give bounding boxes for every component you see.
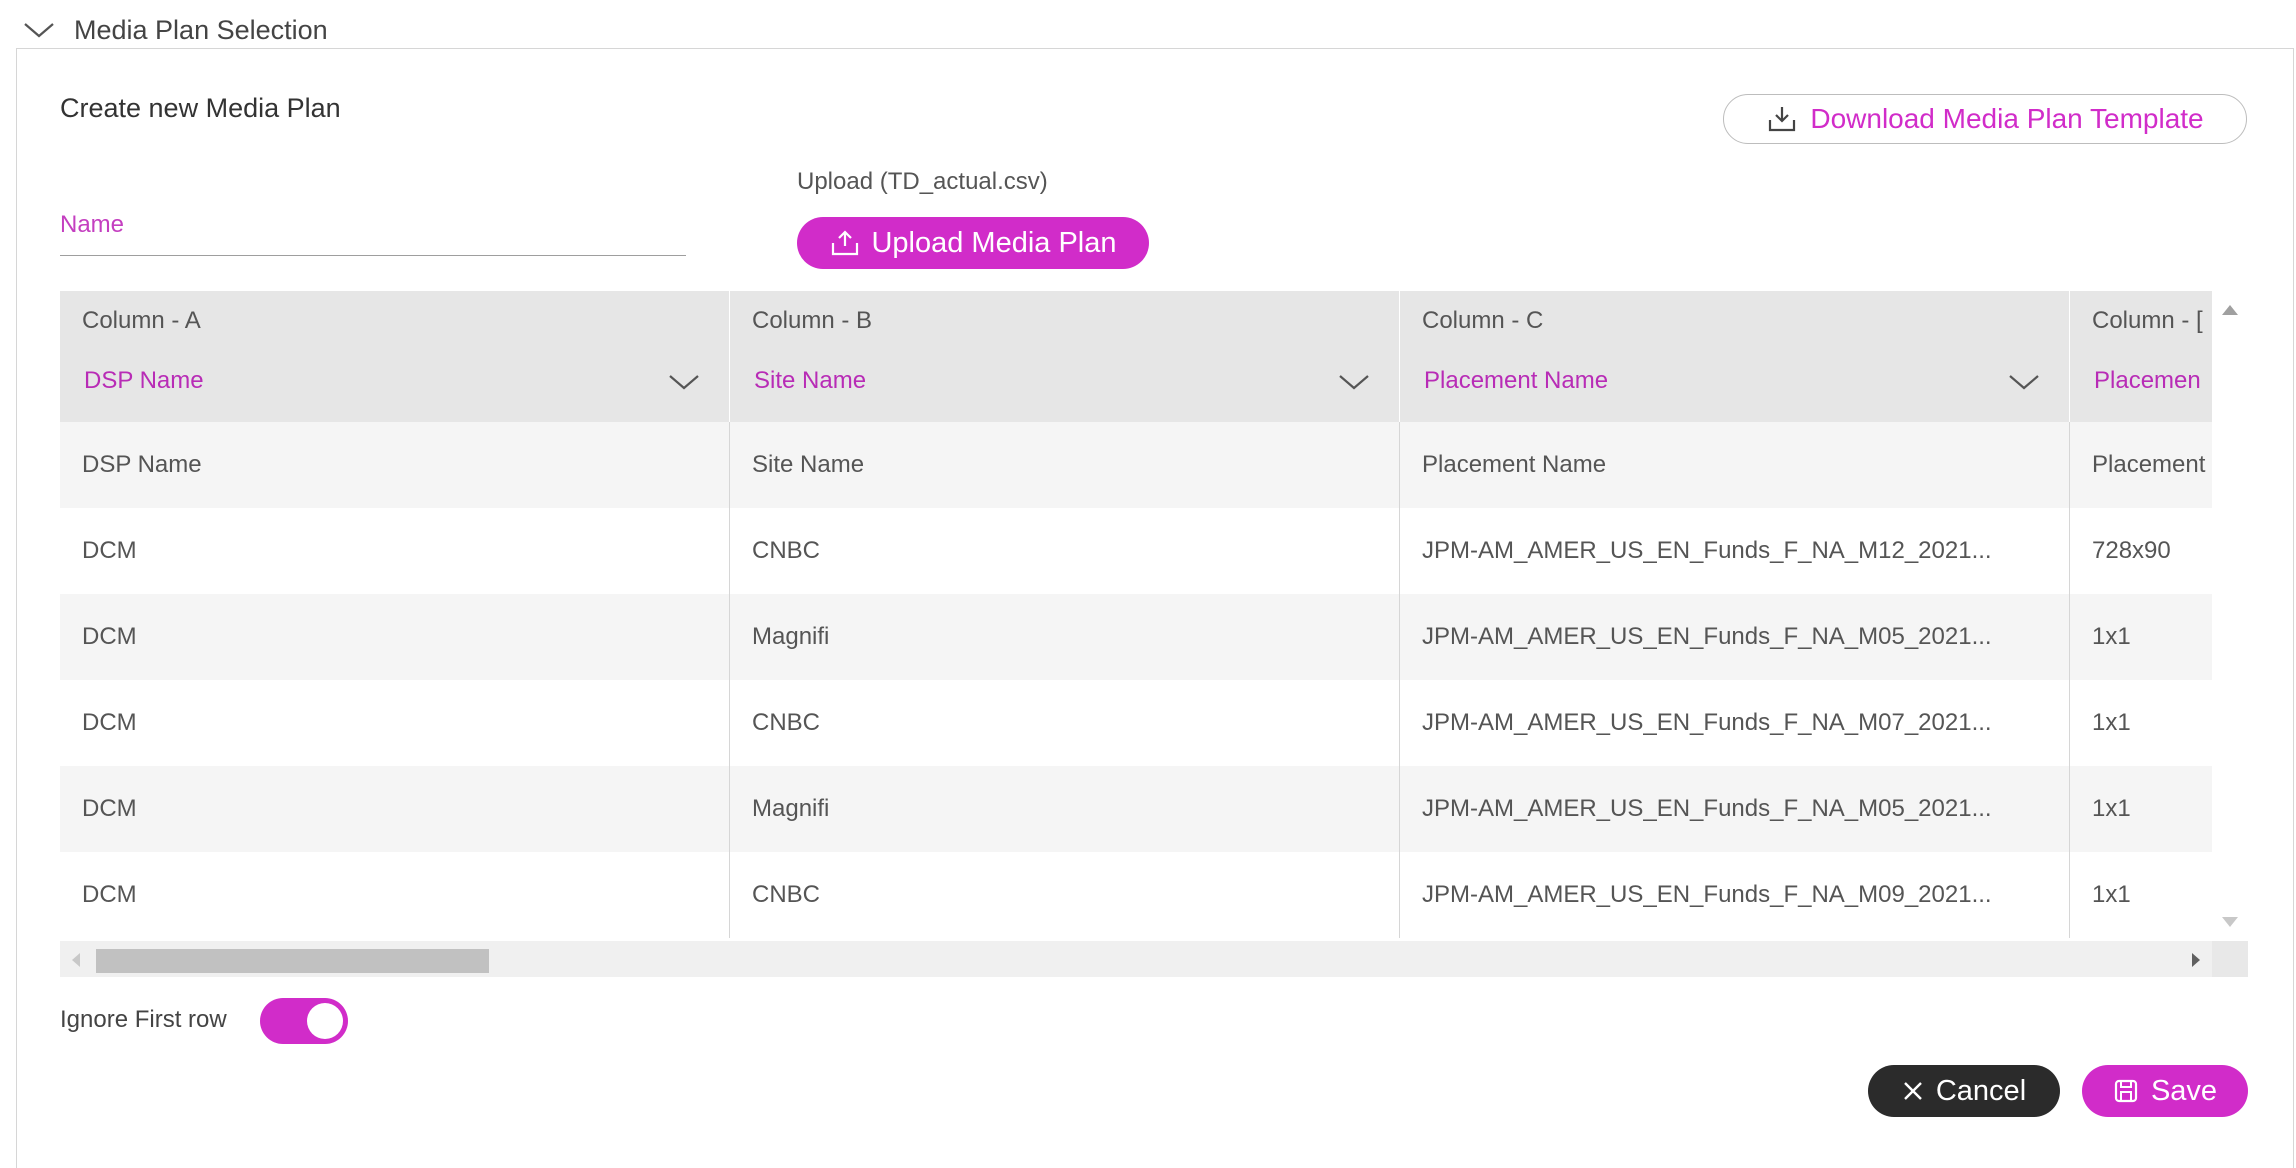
table-row: DCM CNBC JPM-AM_AMER_US_EN_Funds_F_NA_M0… — [60, 680, 2212, 766]
download-template-button[interactable]: Download Media Plan Template — [1723, 94, 2247, 144]
table-cell: DSP Name — [60, 422, 730, 508]
table-row: DSP Name Site Name Placement Name Placem… — [60, 422, 2212, 508]
table-cell: JPM-AM_AMER_US_EN_Funds_F_NA_M07_2021... — [1400, 680, 2070, 766]
table-cell: DCM — [60, 852, 730, 938]
column-letter: Column - B — [752, 307, 873, 334]
table-cell: 1x1 — [2070, 852, 2212, 938]
upload-icon — [832, 230, 859, 256]
chevron-down-icon — [24, 23, 54, 38]
column-mapping-select[interactable]: Placemen — [2094, 367, 2201, 395]
table-cell: JPM-AM_AMER_US_EN_Funds_F_NA_M09_2021... — [1400, 852, 2070, 938]
column-mapping-select[interactable]: DSP Name — [84, 367, 204, 395]
column-header-d: Column - [ Placemen — [2070, 291, 2212, 422]
table-row: DCM CNBC JPM-AM_AMER_US_EN_Funds_F_NA_M1… — [60, 508, 2212, 594]
scroll-down-icon[interactable] — [2222, 917, 2238, 927]
table-row: DCM CNBC JPM-AM_AMER_US_EN_Funds_F_NA_M0… — [60, 852, 2212, 938]
upload-label: Upload (TD_actual.csv) — [797, 168, 1048, 195]
horizontal-scroll-thumb[interactable] — [96, 949, 489, 973]
name-input[interactable] — [60, 205, 686, 245]
ignore-first-row-toggle[interactable] — [260, 998, 348, 1044]
ignore-first-row-label: Ignore First row — [60, 1006, 227, 1033]
section-header[interactable]: Media Plan Selection — [22, 12, 328, 48]
table-cell: DCM — [60, 766, 730, 852]
column-mapping-grid: Column - A DSP Name Column - B Site Name… — [60, 291, 2248, 977]
column-header-a: Column - A DSP Name — [60, 291, 730, 422]
table-cell: CNBC — [730, 508, 1400, 594]
table-cell: 1x1 — [2070, 594, 2212, 680]
upload-media-plan-button[interactable]: Upload Media Plan — [797, 217, 1149, 269]
table-cell: 728x90 — [2070, 508, 2212, 594]
grid-header: Column - A DSP Name Column - B Site Name… — [60, 291, 2212, 422]
table-cell: JPM-AM_AMER_US_EN_Funds_F_NA_M05_2021... — [1400, 766, 2070, 852]
table-cell: DCM — [60, 508, 730, 594]
table-cell: Placement Name — [1400, 422, 2070, 508]
upload-media-plan-label: Upload Media Plan — [871, 226, 1117, 259]
table-cell: DCM — [60, 680, 730, 766]
table-cell: JPM-AM_AMER_US_EN_Funds_F_NA_M12_2021... — [1400, 508, 2070, 594]
close-icon — [1904, 1082, 1922, 1100]
table-cell: DCM — [60, 594, 730, 680]
table-cell: Magnifi — [730, 594, 1400, 680]
cancel-button[interactable]: Cancel — [1868, 1065, 2060, 1117]
scroll-right-icon[interactable] — [2192, 953, 2200, 967]
column-letter: Column - [ — [2092, 307, 2203, 334]
cancel-label: Cancel — [1935, 1074, 2027, 1107]
chevron-down-icon[interactable] — [667, 371, 701, 393]
table-row: DCM Magnifi JPM-AM_AMER_US_EN_Funds_F_NA… — [60, 766, 2212, 852]
chevron-down-icon[interactable] — [1337, 371, 1371, 393]
horizontal-scrollbar[interactable] — [60, 941, 2212, 977]
save-label: Save — [2150, 1074, 2218, 1107]
column-letter: Column - C — [1422, 307, 1544, 334]
toggle-knob — [307, 1003, 343, 1039]
name-field[interactable] — [60, 205, 686, 256]
table-cell: 1x1 — [2070, 680, 2212, 766]
table-cell: Placement — [2070, 422, 2212, 508]
scrollbar-corner — [2212, 941, 2248, 977]
column-header-c: Column - C Placement Name — [1400, 291, 2070, 422]
table-cell: Magnifi — [730, 766, 1400, 852]
column-mapping-select[interactable]: Site Name — [754, 367, 866, 395]
grid-viewport: Column - A DSP Name Column - B Site Name… — [60, 291, 2212, 941]
table-cell: Site Name — [730, 422, 1400, 508]
section-title: Media Plan Selection — [74, 14, 328, 45]
vertical-scrollbar[interactable] — [2212, 291, 2248, 941]
download-template-label: Download Media Plan Template — [1810, 103, 2204, 134]
table-cell: 1x1 — [2070, 766, 2212, 852]
chevron-down-icon[interactable] — [2007, 371, 2041, 393]
scroll-up-icon[interactable] — [2222, 305, 2238, 315]
table-cell: CNBC — [730, 852, 1400, 938]
download-icon — [1769, 107, 1796, 132]
column-header-b: Column - B Site Name — [730, 291, 1400, 422]
scroll-left-icon[interactable] — [72, 953, 80, 967]
panel-title: Create new Media Plan — [60, 93, 341, 123]
column-letter: Column - A — [82, 307, 201, 334]
column-mapping-select[interactable]: Placement Name — [1424, 367, 1608, 395]
table-row: DCM Magnifi JPM-AM_AMER_US_EN_Funds_F_NA… — [60, 594, 2212, 680]
save-icon — [2114, 1079, 2138, 1103]
save-button[interactable]: Save — [2082, 1065, 2248, 1117]
table-cell: JPM-AM_AMER_US_EN_Funds_F_NA_M05_2021... — [1400, 594, 2070, 680]
table-cell: CNBC — [730, 680, 1400, 766]
